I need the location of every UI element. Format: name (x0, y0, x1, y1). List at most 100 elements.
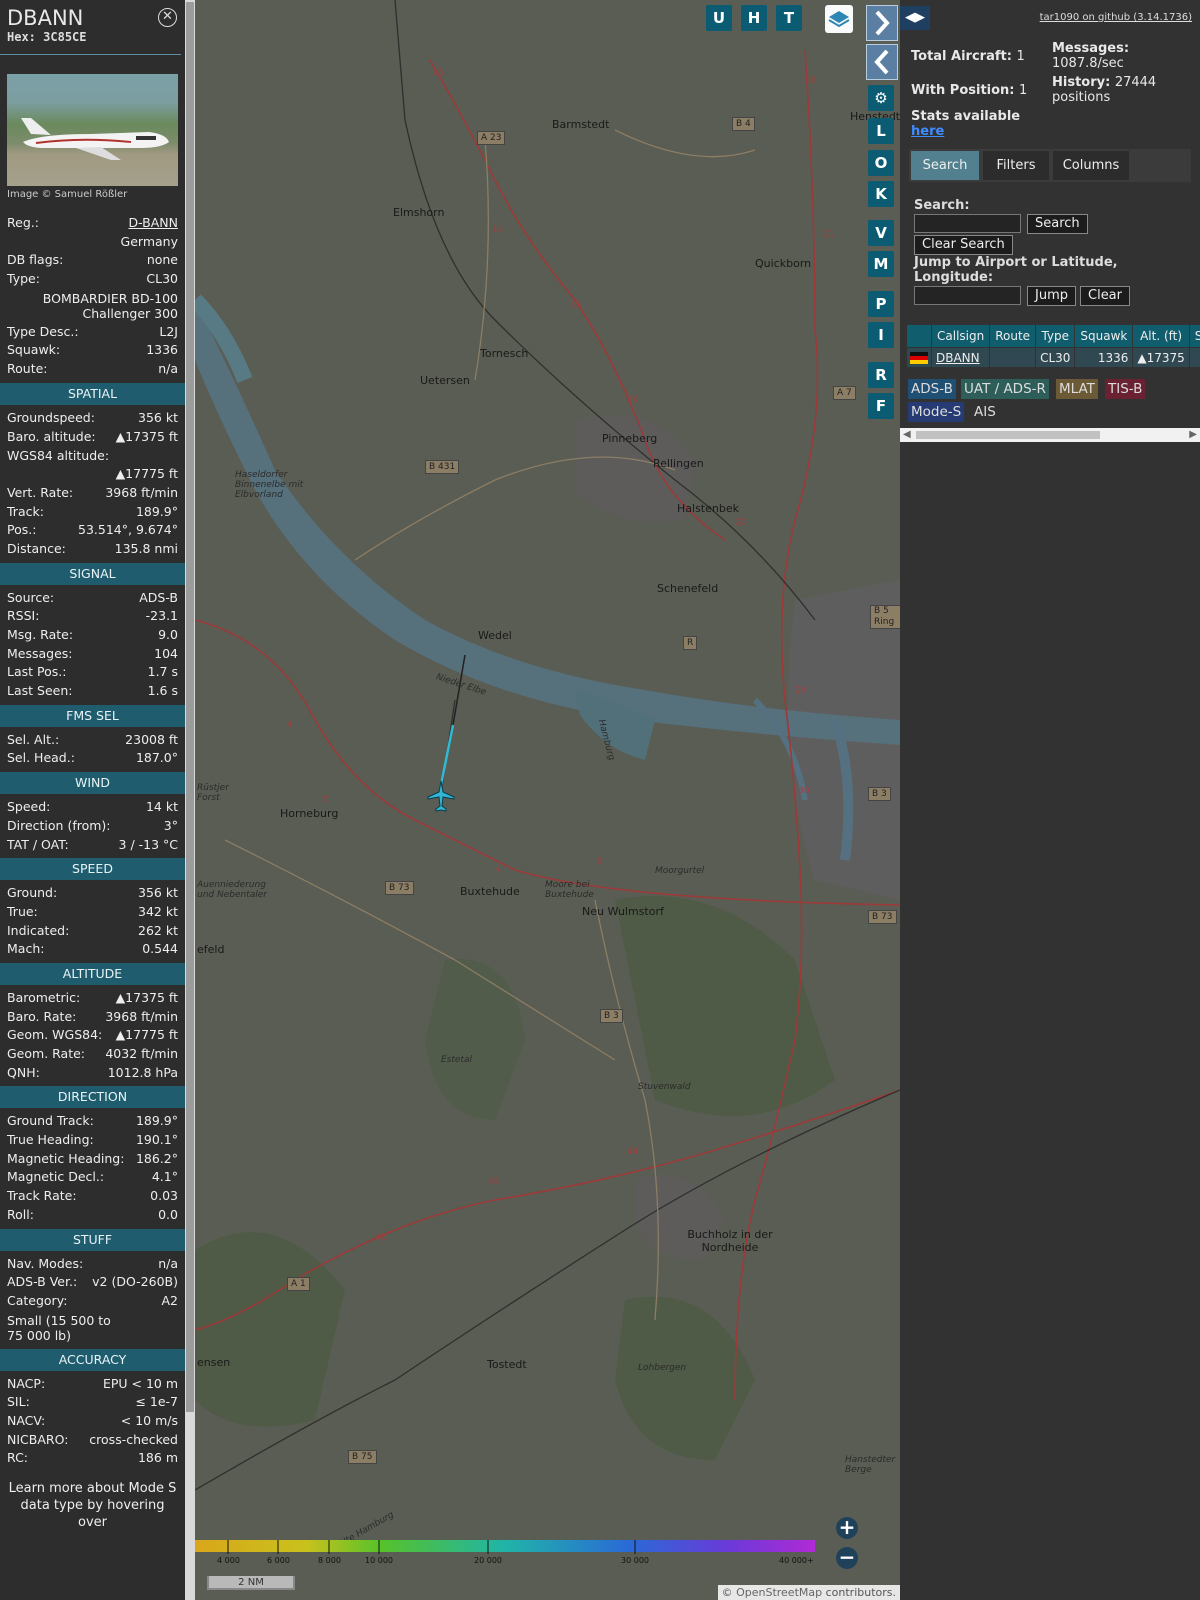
toggle-button-t[interactable]: T (776, 5, 802, 31)
info-row: Geom. Rate: 4032 ft/min (7, 1045, 178, 1064)
search-input[interactable] (914, 214, 1021, 233)
toggle-button-i[interactable]: I (868, 322, 894, 348)
info-row-value: ADS-B (139, 589, 178, 605)
toggle-button-o[interactable]: O (868, 150, 894, 176)
place-label: Tornesch (480, 347, 529, 360)
panel-header: DBANN Hex: 3C85CE ✕ (0, 0, 181, 55)
info-row: Germany (7, 233, 178, 252)
info-row-label: Baro. Rate: (7, 1008, 77, 1024)
info-row-label: Nav. Modes: (7, 1255, 84, 1271)
info-row-value: Germany (120, 233, 178, 249)
split-toggle-icon[interactable]: ◀▶ (900, 6, 930, 30)
flag-cell (906, 347, 932, 368)
road-number: 28 (795, 686, 807, 696)
info-row: True: 342 kt (7, 903, 178, 922)
info-row: NICBARO: cross-checked (7, 1431, 178, 1450)
table-row[interactable]: DBANN CL30 1336 ▲17375 (906, 347, 1200, 368)
zoom-in-button[interactable]: + (836, 1517, 858, 1539)
aircraft-photo[interactable] (7, 74, 178, 186)
aircraft-marker-icon[interactable] (427, 780, 455, 814)
scroll-right-icon[interactable]: ▶ (1189, 429, 1197, 440)
jump-button[interactable]: Jump (1027, 286, 1076, 306)
info-row-label: Roll: (7, 1206, 34, 1222)
section-header: SIGNAL (0, 562, 185, 585)
collapse-left-icon[interactable] (866, 44, 898, 80)
column-header[interactable]: Route (989, 324, 1037, 348)
info-row: Magnetic Decl.: 4.1° (7, 1168, 178, 1187)
history-label: History: (1052, 75, 1111, 90)
toggle-button-f[interactable]: F (868, 393, 894, 419)
info-row: Distance: 135.8 nmi (7, 540, 178, 559)
github-link[interactable]: tar1090 on github (3.14.1736) (1040, 12, 1192, 23)
info-row-value: 23008 ft (125, 731, 178, 747)
road-shield: B 75 (348, 1450, 377, 1464)
toggle-button-r[interactable]: R (868, 362, 894, 388)
info-row-value: 3968 ft/min (105, 484, 178, 500)
section-rows: Ground: 356 kt True: 342 kt Indicated: 262 kt… (0, 884, 185, 959)
info-row: Msg. Rate: 9.0 (7, 626, 178, 645)
toggle-button-k[interactable]: K (868, 181, 894, 207)
toggle-button-m[interactable]: M (868, 251, 894, 277)
panel-scrollbar[interactable] (185, 0, 195, 1600)
info-row-value: 262 kt (138, 922, 178, 938)
column-header[interactable] (906, 324, 932, 348)
tab-columns[interactable]: Columns (1053, 151, 1129, 180)
column-header[interactable]: Spd (1188, 324, 1200, 348)
info-row: Type Desc.: L2J (7, 323, 178, 342)
info-row: NACP: EPU < 10 m (7, 1375, 178, 1394)
clear-jump-button[interactable]: Clear (1080, 286, 1130, 306)
column-header[interactable]: Alt. (ft) (1132, 324, 1190, 348)
info-row-value: 1012.8 hPa (107, 1064, 178, 1080)
section-header: SPATIAL (0, 382, 185, 405)
jump-input[interactable] (914, 286, 1021, 305)
info-row-value: 0.03 (150, 1188, 178, 1204)
source-badge-tisb: TIS-B (1105, 379, 1146, 399)
road-number: 45 (488, 1177, 500, 1187)
info-row-label: Geom. Rate: (7, 1046, 86, 1061)
speed-cell (1188, 347, 1200, 368)
info-row: Nav. Modes: n/a (7, 1255, 178, 1274)
stats-link[interactable]: here (911, 124, 944, 139)
map[interactable]: Barmstedt Elmshorn Quickborn Tornesch Ue… (195, 0, 900, 1600)
info-row: RSSI: -23.1 (7, 607, 178, 626)
expand-right-icon[interactable] (866, 5, 898, 41)
layers-icon[interactable] (825, 5, 853, 33)
info-row-label: Magnetic Heading: (7, 1150, 125, 1166)
search-button[interactable]: Search (1027, 214, 1088, 234)
toggle-button-h[interactable]: H (741, 5, 767, 31)
info-row: Track: 189.9° (7, 503, 178, 522)
road-number: 8 (597, 857, 603, 867)
toggle-button-u[interactable]: U (706, 5, 732, 31)
info-row-label: RSSI: (7, 608, 40, 624)
info-row-value: BOMBARDIER BD-100 Challenger 300 (42, 290, 178, 321)
road-shield: B 3 (868, 787, 891, 801)
search-label: Search: (914, 198, 970, 213)
info-row: Source: ADS-B (7, 589, 178, 608)
tab-search[interactable]: Search (911, 151, 979, 180)
source-badge-ais: AIS (974, 404, 996, 420)
info-row-value: 186 m (137, 1450, 178, 1466)
zoom-out-button[interactable]: − (836, 1547, 858, 1569)
close-icon[interactable]: ✕ (158, 8, 177, 27)
info-row-label: Groundspeed: (7, 409, 95, 425)
callsign-cell[interactable]: DBANN (930, 347, 991, 368)
clear-search-button[interactable]: Clear Search (914, 235, 1013, 255)
column-header[interactable]: Callsign (930, 324, 991, 348)
column-header[interactable]: Type (1035, 324, 1076, 348)
settings-gear-icon[interactable]: ⚙ (868, 85, 894, 111)
column-header[interactable]: Squawk (1074, 324, 1134, 348)
toggle-button-p[interactable]: P (868, 291, 894, 317)
footer-note: Learn more about Mode S data type by hov… (8, 1481, 177, 1530)
info-row-label: WGS84 altitude: (7, 448, 110, 464)
source-badge-uat: UAT / ADS-R (961, 379, 1049, 399)
info-row-value[interactable]: D-BANN (128, 214, 178, 233)
toggle-button-v[interactable]: V (868, 220, 894, 246)
info-row-value: 53.514°, 9.674° (78, 522, 178, 538)
osm-link[interactable]: OpenStreetMap (736, 1586, 822, 1599)
section-rows: Speed: 14 kt Direction (from): 3° TAT / OAT:… (0, 798, 185, 854)
table-horizontal-scrollbar[interactable]: ◀ ▶ (900, 428, 1200, 442)
altitude-tick: 8 000 (318, 1556, 341, 1565)
scroll-left-icon[interactable]: ◀ (903, 429, 911, 440)
tab-filters[interactable]: Filters (983, 151, 1049, 180)
toggle-button-l[interactable]: L (868, 118, 894, 144)
